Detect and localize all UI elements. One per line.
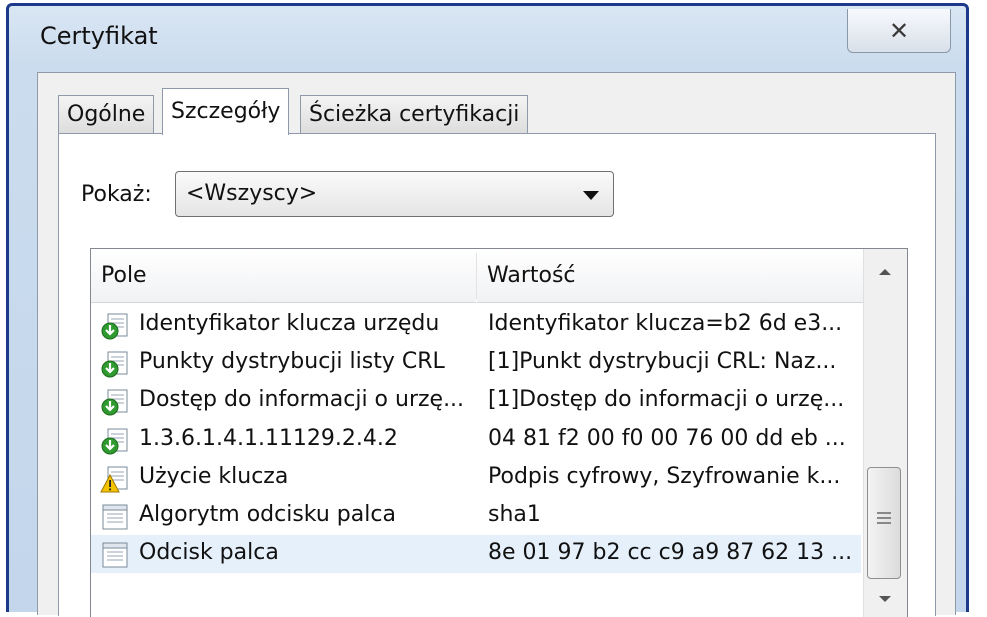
certificate-window: Certyfikat ✕ Ogólne Szczegóły Ścieżka ce… [6,3,969,617]
extension-icon [100,311,130,341]
list-item[interactable]: Identyfikator klucza urzędu Identyfikator… [91,306,861,344]
field-value: [1]Dostęp do informacji o urzę... [488,387,845,413]
field-value: Identyfikator klucza=b2 6d e3... [488,311,843,336]
critical-extension-icon [100,464,130,494]
close-button[interactable]: ✕ [847,9,951,53]
grip-icon [877,512,891,527]
field-name: Dostęp do informacji o urzę... [139,387,465,413]
field-name: Odcisk palca [139,540,279,566]
show-label: Pokaż: [81,182,152,207]
dialog-client-area: Ogólne Szczegóły Ścieżka certyfikacji Po… [37,72,956,617]
field-value: Podpis cyfrowy, Szyfrowanie k... [488,463,841,489]
window-title: Certyfikat [40,22,158,50]
property-icon [100,502,130,532]
details-tab-panel: Pokaż: <Wszyscy> Pole Wartość Identyfika… [58,133,936,617]
list-item[interactable]: Użycie klucza Podpis cyfrowy, Szyfrowanie… [91,459,861,497]
show-filter-dropdown[interactable]: <Wszyscy> [175,171,614,217]
scroll-down-button[interactable] [866,580,904,617]
column-header-value-label: Wartość [487,263,576,288]
column-header-field[interactable]: Pole [91,249,476,303]
vertical-scrollbar[interactable] [863,249,907,617]
show-filter-value: <Wszyscy> [186,181,318,206]
column-header-value[interactable]: Wartość [477,249,863,303]
field-name: Użycie klucza [139,463,289,489]
tab-certification-path[interactable]: Ścieżka certyfikacji [300,95,529,135]
extension-icon [100,349,130,379]
chevron-down-icon [879,596,891,602]
list-item[interactable]: Algorytm odcisku palca sha1 [91,497,861,535]
field-name: Algorytm odcisku palca [139,502,396,527]
field-value: sha1 [488,502,541,527]
close-icon: ✕ [888,16,910,45]
list-item[interactable]: Odcisk palca 8e 01 97 b2 cc c9 a9 87 62 1… [91,535,861,574]
list-item[interactable]: Dostęp do informacji o urzę... [1]Dostęp … [91,382,861,420]
field-value: 04 81 f2 00 f0 00 76 00 dd eb ... [488,425,846,451]
fields-list[interactable]: Pole Wartość Identyfikator klucza urzędu… [90,248,908,617]
tab-details[interactable]: Szczegóły [162,88,290,135]
extension-icon [100,387,130,417]
scroll-up-button[interactable] [866,253,904,291]
chevron-up-icon [879,269,891,275]
extension-icon [100,426,130,456]
tab-certification-path-label: Ścieżka certyfikacji [309,102,520,127]
column-separator[interactable] [476,253,477,299]
property-icon [100,540,130,570]
field-value: 8e 01 97 b2 cc c9 a9 87 62 13 ... [488,540,853,566]
field-value: [1]Punkt dystrybucji CRL: Naz... [488,349,837,375]
field-name: Punkty dystrybucji listy CRL [139,349,445,375]
chevron-down-icon [583,191,599,200]
list-item[interactable]: Punkty dystrybucji listy CRL [1]Punkt dys… [91,344,861,382]
tab-details-label: Szczegóły [171,99,281,124]
field-name: 1.3.6.1.4.1.11129.2.4.2 [139,425,398,451]
tab-general-label: Ogólne [67,102,146,127]
list-item[interactable]: 1.3.6.1.4.1.11129.2.4.2 04 81 f2 00 f0 00… [91,421,861,459]
scroll-thumb[interactable] [867,467,901,579]
column-header-field-label: Pole [101,263,147,288]
title-bar: Certyfikat ✕ [9,6,966,72]
field-name: Identyfikator klucza urzędu [139,311,440,336]
tab-general[interactable]: Ogólne [58,95,155,135]
